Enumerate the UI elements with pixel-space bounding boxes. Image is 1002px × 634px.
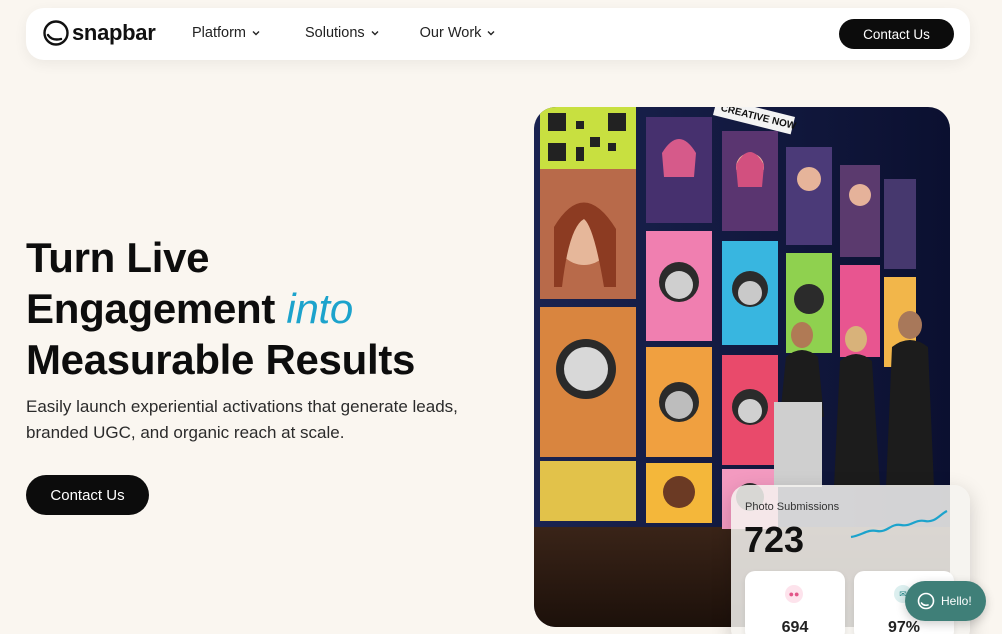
hero-title-line2: Engagement: [26, 285, 287, 332]
hero-title-accent: into: [286, 285, 353, 332]
stat-value: 723: [744, 519, 805, 560]
hero-title: Turn Live Engagement into Measurable Res…: [26, 232, 506, 385]
nav-platform[interactable]: Platform: [192, 25, 261, 41]
mini-stat-value: 694: [781, 619, 809, 634]
logo-text: snapbar: [72, 20, 156, 45]
hero-title-line1: Turn Live: [26, 234, 210, 281]
people-icon: ●●: [785, 585, 803, 603]
hero-title-line3: Measurable Results: [26, 336, 416, 383]
nav-our-work-label: Our Work: [419, 25, 482, 41]
nav-platform-label: Platform: [192, 25, 246, 41]
chevron-down-icon: [252, 31, 260, 36]
logo[interactable]: snapbar: [42, 19, 156, 47]
hero-contact-button[interactable]: Contact Us: [26, 475, 149, 515]
chevron-down-icon: [487, 31, 495, 36]
chevron-down-icon: [371, 31, 379, 36]
sparkline-chart: [850, 510, 948, 539]
mini-stat-card: ●● 694: [745, 571, 845, 634]
chat-icon: [917, 592, 935, 610]
hero-subtitle: Easily launch experiential activations t…: [26, 397, 458, 442]
nav-contact-button[interactable]: Contact Us: [839, 19, 954, 49]
chat-label: Hello!: [941, 594, 972, 608]
snapbar-logo-icon: [43, 20, 69, 46]
chat-widget-button[interactable]: Hello!: [905, 581, 986, 621]
mini-stat-value: 97%: [887, 619, 921, 634]
navbar: snapbar Platform Solutions Our Work Cont…: [26, 8, 970, 60]
stat-label: Photo Submissions: [745, 501, 840, 513]
nav-solutions-label: Solutions: [305, 25, 365, 41]
nav-our-work[interactable]: Our Work: [420, 25, 497, 41]
nav-solutions[interactable]: Solutions: [305, 25, 380, 41]
nav-links: Platform Solutions Our Work: [192, 25, 496, 41]
